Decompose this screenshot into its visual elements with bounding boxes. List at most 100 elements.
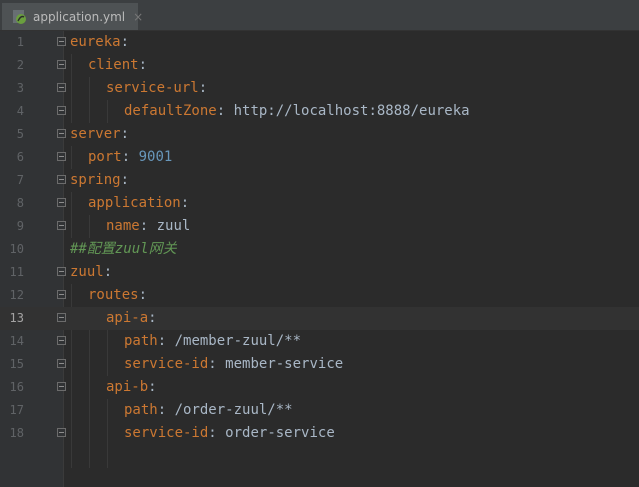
tab-label: application.yml xyxy=(33,9,126,24)
yaml-key: spring xyxy=(70,172,121,188)
yaml-key: service-id xyxy=(124,425,209,441)
fold-toggle-icon[interactable] xyxy=(57,290,66,299)
code-line[interactable]: 14 path: /member-zuul/** xyxy=(0,330,639,353)
code-editor[interactable]: 1 eureka: 2 client: 3 service-url: 4 def… xyxy=(0,31,639,487)
yaml-key: path xyxy=(124,333,158,349)
close-icon[interactable]: × xyxy=(133,10,143,24)
yaml-colon: : xyxy=(208,425,217,441)
fold-toggle-icon[interactable] xyxy=(57,152,66,161)
code-line[interactable]: 8 application: xyxy=(0,192,639,215)
line-number: 11 xyxy=(9,265,24,279)
yaml-comment: ##配置zuul网关 xyxy=(70,241,177,257)
fold-toggle-icon[interactable] xyxy=(57,175,66,184)
yaml-colon: : xyxy=(180,195,190,211)
fold-toggle-icon[interactable] xyxy=(57,313,66,322)
code-line[interactable]: 11 zuul: xyxy=(0,261,639,284)
code-text: service-id: order-service xyxy=(124,422,335,445)
line-number: 16 xyxy=(9,380,24,394)
yaml-number: 9001 xyxy=(138,149,173,165)
code-text: api-b: xyxy=(106,376,157,399)
line-number: 17 xyxy=(9,403,24,417)
yaml-key: defaultZone xyxy=(124,103,217,119)
yaml-key: service-url xyxy=(106,80,199,96)
code-line[interactable]: 1 eureka: xyxy=(0,31,639,54)
editor-tab-bar: application.yml × xyxy=(0,0,639,31)
fold-toggle-icon[interactable] xyxy=(57,267,66,276)
yaml-colon: : xyxy=(208,356,217,372)
fold-toggle-icon[interactable] xyxy=(57,106,66,115)
yaml-key: path xyxy=(124,402,158,418)
code-text: eureka: xyxy=(70,31,129,54)
code-line[interactable]: 5 server: xyxy=(0,123,639,146)
code-line[interactable]: 12 routes: xyxy=(0,284,639,307)
line-number: 18 xyxy=(9,426,24,440)
code-line[interactable]: 10 ##配置zuul网关 xyxy=(0,238,639,261)
yaml-colon: : xyxy=(157,402,167,418)
line-number: 1 xyxy=(16,35,24,49)
yaml-key: routes xyxy=(88,287,139,303)
line-number: 13 xyxy=(9,311,24,325)
yaml-key: eureka xyxy=(70,34,121,50)
line-number: 4 xyxy=(16,104,24,118)
fold-toggle-icon[interactable] xyxy=(57,60,66,69)
yaml-key: api-b xyxy=(106,379,149,395)
yaml-colon: : xyxy=(120,34,130,50)
yaml-colon: : xyxy=(138,57,148,73)
yaml-colon: : xyxy=(103,264,113,280)
line-number: 8 xyxy=(16,196,24,210)
yaml-colon: : xyxy=(120,172,130,188)
code-text: routes: xyxy=(88,284,147,307)
code-line[interactable]: 2 client: xyxy=(0,54,639,77)
code-text: path: /member-zuul/** xyxy=(124,330,301,353)
current-code-line[interactable]: 13 api-a: xyxy=(0,307,639,330)
yaml-value: zuul xyxy=(156,218,191,234)
code-line[interactable]: 18 service-id: order-service xyxy=(0,422,639,445)
code-line[interactable]: 3 service-url: xyxy=(0,77,639,100)
yaml-value: member-service xyxy=(225,356,344,372)
line-number: 14 xyxy=(9,334,24,348)
line-number: 3 xyxy=(16,81,24,95)
fold-toggle-icon[interactable] xyxy=(57,129,66,138)
yaml-colon: : xyxy=(139,218,149,234)
fold-toggle-icon[interactable] xyxy=(57,221,66,230)
fold-toggle-icon[interactable] xyxy=(57,359,66,368)
yaml-key: api-a xyxy=(106,310,149,326)
fold-toggle-icon[interactable] xyxy=(57,37,66,46)
code-line[interactable]: 16 api-b: xyxy=(0,376,639,399)
line-number: 10 xyxy=(9,242,24,256)
code-line[interactable]: 9 name: zuul xyxy=(0,215,639,238)
line-number: 5 xyxy=(16,127,24,141)
fold-toggle-icon[interactable] xyxy=(57,428,66,437)
code-text: server: xyxy=(70,123,129,146)
fold-toggle-icon[interactable] xyxy=(57,198,66,207)
yaml-colon: : xyxy=(138,287,148,303)
code-line[interactable]: 17 path: /order-zuul/** xyxy=(0,399,639,422)
yaml-colon: : xyxy=(198,80,208,96)
code-line[interactable]: 4 defaultZone: http://localhost:8888/eur… xyxy=(0,100,639,123)
yaml-colon: : xyxy=(216,103,226,119)
yaml-colon: : xyxy=(148,379,157,395)
code-text: defaultZone: http://localhost:8888/eurek… xyxy=(124,100,470,123)
fold-toggle-icon[interactable] xyxy=(57,382,66,391)
line-number: 15 xyxy=(9,357,24,371)
yaml-colon: : xyxy=(120,126,130,142)
line-number: 9 xyxy=(16,219,24,233)
yaml-value: order-service xyxy=(225,425,335,441)
code-text: service-id: member-service xyxy=(124,353,343,376)
line-number: 2 xyxy=(16,58,24,72)
code-text: api-a: xyxy=(106,307,157,330)
yaml-key: port xyxy=(88,149,122,165)
code-line[interactable]: 7 spring: xyxy=(0,169,639,192)
yaml-value: http://localhost:8888/eureka xyxy=(233,103,470,119)
code-text: client: xyxy=(88,54,147,77)
code-line[interactable]: 15 service-id: member-service xyxy=(0,353,639,376)
code-text: spring: xyxy=(70,169,129,192)
fold-toggle-icon[interactable] xyxy=(57,336,66,345)
code-text: port: 9001 xyxy=(88,146,172,169)
yaml-colon: : xyxy=(148,310,157,326)
code-text: zuul: xyxy=(70,261,112,284)
code-line[interactable]: 6 port: 9001 xyxy=(0,146,639,169)
tab-application-yml[interactable]: application.yml × xyxy=(2,3,143,30)
fold-toggle-icon[interactable] xyxy=(57,83,66,92)
code-text: service-url: xyxy=(106,77,207,100)
